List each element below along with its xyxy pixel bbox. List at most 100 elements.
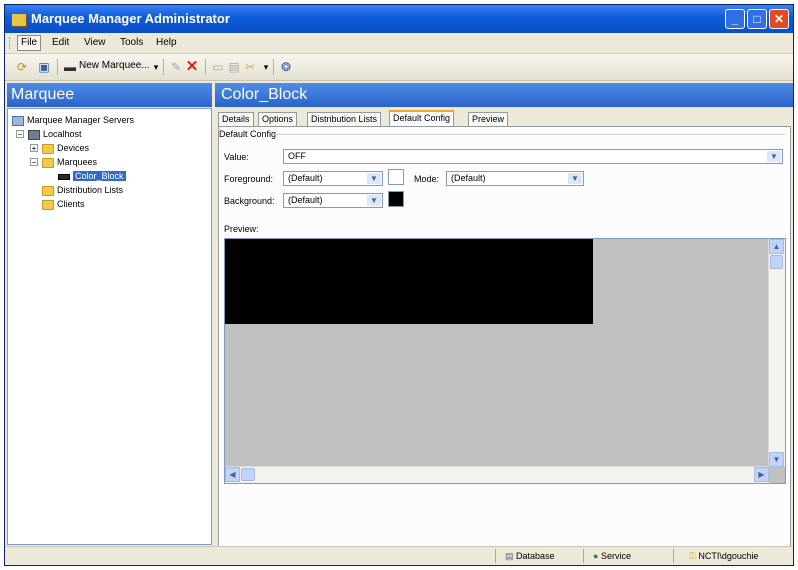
- value-label: Value:: [224, 152, 249, 162]
- preview-label: Preview:: [224, 224, 259, 234]
- new-marquee-button[interactable]: New Marquee...: [79, 60, 150, 71]
- status-user: ⚿ NCTI\dgouchie: [689, 549, 758, 563]
- mode-selected: (Default): [451, 173, 486, 183]
- toolbar-separator: [57, 59, 58, 75]
- horizontal-scroll-thumb[interactable]: [241, 468, 255, 481]
- refresh-icon[interactable]: ⟳: [15, 60, 29, 74]
- left-pane-header: Marquee: [7, 83, 212, 107]
- chevron-down-icon[interactable]: ▼: [767, 151, 781, 162]
- new-marquee-dropdown-icon[interactable]: ▾: [149, 60, 163, 74]
- chevron-down-icon[interactable]: ▼: [568, 173, 582, 184]
- status-service-label: Service: [600, 551, 631, 561]
- service-icon: ●: [593, 551, 599, 561]
- tab-options[interactable]: Options: [258, 112, 298, 126]
- menu-tools[interactable]: Tools: [117, 36, 146, 50]
- tab-preview[interactable]: Preview: [468, 112, 509, 126]
- server-icon: [28, 129, 40, 140]
- menu-edit[interactable]: Edit: [49, 36, 72, 50]
- expander-marquees[interactable]: −: [30, 158, 38, 167]
- background-color-swatch[interactable]: [388, 191, 404, 207]
- background-select[interactable]: (Default) ▼: [283, 193, 383, 208]
- scroll-left-button[interactable]: ◀: [225, 467, 240, 482]
- background-selected: (Default): [288, 195, 323, 205]
- scroll-down-button[interactable]: ▼: [769, 452, 784, 467]
- tree-node-clients[interactable]: Clients: [42, 198, 85, 210]
- vertical-scroll-thumb[interactable]: [770, 255, 783, 269]
- server-tree[interactable]: Marquee Manager Servers − Localhost + De…: [7, 108, 212, 545]
- menu-bar: File Edit View Tools Help: [5, 33, 793, 54]
- scroll-up-button[interactable]: ▲: [769, 239, 784, 254]
- tab-distribution-lists[interactable]: Distribution Lists: [307, 112, 382, 126]
- status-divider: [583, 549, 584, 563]
- tree-node-distribution-lists[interactable]: Distribution Lists: [42, 184, 123, 196]
- tree-node-devices[interactable]: Devices: [42, 142, 89, 154]
- value-select[interactable]: OFF ▼: [283, 149, 783, 164]
- expander-localhost[interactable]: −: [16, 130, 24, 139]
- status-divider: [673, 549, 674, 563]
- paste-icon[interactable]: ▤: [227, 60, 241, 74]
- database-icon: ▤: [505, 551, 514, 561]
- tree-label: Distribution Lists: [57, 185, 124, 195]
- tree-node-servers[interactable]: Marquee Manager Servers: [12, 114, 134, 126]
- delete-icon[interactable]: ✕: [185, 59, 199, 74]
- folder-icon: [42, 157, 54, 168]
- status-divider: [495, 549, 496, 563]
- status-user-label: NCTI\dgouchie: [698, 551, 759, 561]
- tree-label: Devices: [57, 143, 90, 153]
- tree-label: Localhost: [43, 129, 82, 139]
- tab-default-config[interactable]: Default Config: [389, 110, 455, 127]
- mode-select[interactable]: (Default) ▼: [446, 171, 584, 186]
- background-label: Background:: [224, 196, 275, 206]
- tree-node-localhost[interactable]: Localhost: [28, 128, 82, 140]
- foreground-select[interactable]: (Default) ▼: [283, 171, 383, 186]
- tab-details[interactable]: Details: [218, 112, 254, 126]
- toolbar-separator: [163, 59, 164, 75]
- expander-devices[interactable]: +: [30, 144, 38, 153]
- preview-color-block: [225, 239, 593, 324]
- toolbar-separator: [273, 59, 274, 75]
- group-divider: [273, 134, 785, 135]
- close-button[interactable]: ✕: [769, 9, 789, 29]
- vertical-scrollbar[interactable]: ▲ ▼: [768, 239, 785, 467]
- tree-label-selected: Color_Block: [73, 171, 126, 181]
- cut-dropdown-icon[interactable]: ▾: [259, 60, 273, 74]
- new-marquee-icon[interactable]: ▬: [63, 60, 77, 74]
- chevron-down-icon[interactable]: ▼: [367, 173, 381, 184]
- cut-icon[interactable]: ✂: [243, 60, 257, 74]
- maximize-button[interactable]: □: [747, 9, 767, 29]
- toolbar: ⟳ ▣ ▬ New Marquee... ▾ ✎ ✕ ▭ ▤ ✂ ▾ ❂: [5, 54, 793, 81]
- tree-node-color-block[interactable]: Color_Block: [58, 170, 126, 182]
- title-bar: Marquee Manager Administrator _ □ ✕: [5, 5, 793, 33]
- tree-label: Marquees: [57, 157, 98, 167]
- menu-help[interactable]: Help: [153, 36, 180, 50]
- copy-icon[interactable]: ▭: [211, 60, 225, 74]
- horizontal-scrollbar[interactable]: ◀ ▶: [225, 466, 769, 483]
- main-window: Marquee Manager Administrator _ □ ✕ File…: [4, 4, 794, 566]
- foreground-label: Foreground:: [224, 174, 274, 184]
- help-icon[interactable]: ❂: [279, 60, 293, 74]
- right-pane-header: Color_Block: [215, 83, 793, 107]
- menu-file[interactable]: File: [17, 35, 42, 51]
- preview-canvas: ▲ ▼ ◀ ▶: [224, 238, 786, 484]
- tree-label: Clients: [57, 199, 85, 209]
- tree-label: Marquee Manager Servers: [27, 115, 135, 125]
- folder-icon: [42, 199, 54, 210]
- menu-view[interactable]: View: [81, 36, 109, 50]
- app-icon: [11, 13, 27, 27]
- scroll-right-button[interactable]: ▶: [754, 467, 769, 482]
- foreground-color-swatch[interactable]: [388, 169, 404, 185]
- save-icon[interactable]: ▣: [37, 60, 51, 74]
- status-bar: ▤ Database ● Service ⚿ NCTI\dgouchie: [5, 546, 793, 565]
- key-icon: ⚿: [689, 551, 696, 561]
- minimize-button[interactable]: _: [725, 9, 745, 29]
- chevron-down-icon[interactable]: ▼: [367, 195, 381, 206]
- status-database-label: Database: [516, 551, 555, 561]
- servers-icon: [12, 115, 24, 126]
- folder-icon: [42, 185, 54, 196]
- status-service: ● Service: [593, 549, 631, 563]
- folder-icon: [42, 143, 54, 154]
- status-database: ▤ Database: [505, 549, 555, 563]
- tree-node-marquees[interactable]: Marquees: [42, 156, 97, 168]
- edit-icon[interactable]: ✎: [169, 60, 183, 74]
- value-selected: OFF: [288, 151, 306, 161]
